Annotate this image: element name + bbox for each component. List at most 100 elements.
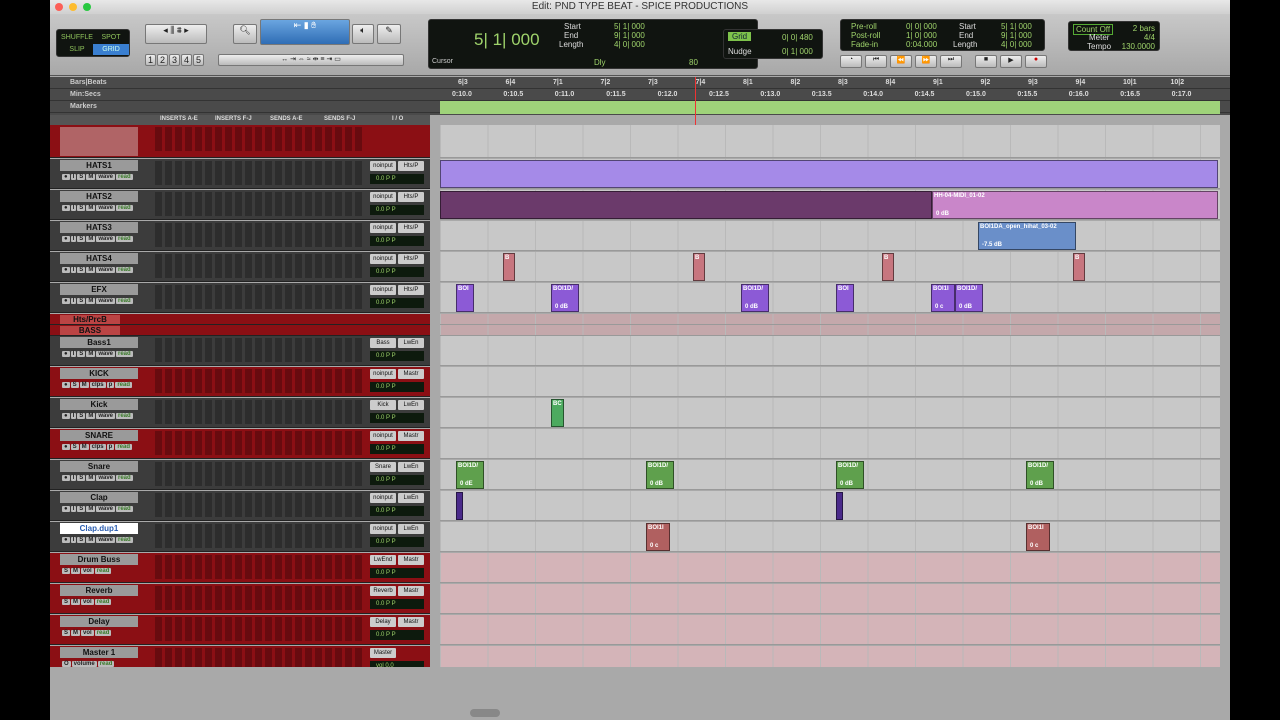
- output-selector[interactable]: Hts/P: [398, 223, 424, 233]
- track-control-I[interactable]: I: [70, 174, 77, 180]
- track-lane[interactable]: [440, 367, 1220, 397]
- track-control-clps[interactable]: clps: [89, 382, 106, 388]
- fadein-value[interactable]: 0:04.000: [906, 40, 937, 49]
- input-selector[interactable]: Kick: [370, 400, 396, 410]
- nudge-value[interactable]: 0| 1| 000: [782, 47, 813, 56]
- grid-label[interactable]: Grid: [728, 32, 752, 41]
- track-control-x[interactable]: ●: [62, 205, 70, 211]
- volume-display[interactable]: 0.0 P P: [370, 298, 424, 308]
- track-lane[interactable]: [440, 314, 1220, 325]
- output-selector[interactable]: LwEn: [398, 524, 424, 534]
- track-control-read[interactable]: read: [116, 205, 133, 211]
- clip[interactable]: BOI1D/0 dB: [836, 461, 864, 489]
- volume-display[interactable]: 0.0 P P: [370, 382, 424, 392]
- input-selector[interactable]: noinput: [370, 223, 396, 233]
- input-selector[interactable]: Snare: [370, 462, 396, 472]
- track-control-M[interactable]: M: [79, 444, 89, 450]
- volume-display[interactable]: 0.0 P P: [370, 351, 424, 361]
- input-selector[interactable]: noinput: [370, 524, 396, 534]
- track-control-S[interactable]: S: [77, 174, 86, 180]
- track-name[interactable]: KICK: [60, 368, 138, 379]
- clip[interactable]: BOI1D/0 dE: [456, 461, 484, 489]
- volume-display[interactable]: 0.0 P P: [370, 475, 424, 485]
- volume-display[interactable]: 0.0 P P: [370, 413, 424, 423]
- track-control-vol[interactable]: vol: [81, 599, 94, 605]
- pencil-tool[interactable]: ✎: [377, 24, 401, 44]
- horizontal-scrollbar[interactable]: [470, 709, 500, 717]
- track-name[interactable]: Master 1: [60, 647, 138, 658]
- track-control-M[interactable]: M: [86, 174, 96, 180]
- track-control-I[interactable]: I: [70, 298, 77, 304]
- track-control-read[interactable]: read: [116, 506, 133, 512]
- track-control-M[interactable]: M: [86, 413, 96, 419]
- clip[interactable]: B: [882, 253, 894, 281]
- volume-display[interactable]: 0.0 P P: [370, 506, 424, 516]
- track-lane[interactable]: [440, 336, 1220, 366]
- shuffle-mode[interactable]: SHUFFLE: [59, 32, 95, 43]
- track-name[interactable]: Clap: [60, 492, 138, 503]
- track-control-x[interactable]: ●: [62, 506, 70, 512]
- track-control-read[interactable]: read: [94, 630, 112, 636]
- track-control-S[interactable]: S: [70, 444, 79, 450]
- tempo-value[interactable]: 130.0000: [1122, 42, 1155, 51]
- track-control-S[interactable]: S: [77, 205, 86, 211]
- record-button[interactable]: ●: [1025, 55, 1047, 68]
- online-button[interactable]: ◔: [840, 55, 862, 68]
- track-control-wave[interactable]: wave: [96, 236, 115, 242]
- track-control-read[interactable]: read: [116, 351, 133, 357]
- clip[interactable]: B: [1073, 253, 1085, 281]
- track-lane[interactable]: [440, 584, 1220, 614]
- track-control-wave[interactable]: wave: [96, 537, 115, 543]
- track-lane[interactable]: [440, 429, 1220, 459]
- inserts-sends[interactable]: [155, 400, 365, 424]
- volume-display[interactable]: 0.0 P P: [370, 599, 424, 609]
- close-button[interactable]: [55, 3, 63, 11]
- track-name[interactable]: Clap.dup1: [60, 523, 138, 534]
- track-name[interactable]: Bass1: [60, 337, 138, 348]
- track-control-S[interactable]: S: [70, 382, 79, 388]
- clip[interactable]: BOI1DA_open_hihat_03-02 -7.5 dB: [978, 222, 1076, 250]
- track-control-M[interactable]: M: [86, 475, 96, 481]
- volume-display[interactable]: 0.0 P P: [370, 174, 424, 184]
- output-selector[interactable]: Mastr: [398, 617, 424, 627]
- track-control-read[interactable]: read: [116, 537, 133, 543]
- output-selector[interactable]: Hts/P: [398, 254, 424, 264]
- volume-display[interactable]: 0.0 P P: [370, 568, 424, 578]
- volume-display[interactable]: 0.0 P P: [370, 537, 424, 547]
- input-selector[interactable]: noinput: [370, 192, 396, 202]
- inserts-sends[interactable]: [155, 431, 365, 455]
- zoom-preset-4[interactable]: 4: [181, 54, 192, 66]
- track-name[interactable]: BASS: [60, 326, 120, 335]
- zoom-button[interactable]: [83, 3, 91, 11]
- track-name[interactable]: HATS3: [60, 222, 138, 233]
- track-control-wave[interactable]: wave: [96, 267, 115, 273]
- inserts-sends[interactable]: [155, 192, 365, 216]
- track-control-I[interactable]: I: [70, 236, 77, 242]
- track-control-M[interactable]: M: [86, 205, 96, 211]
- output-selector[interactable]: LwEn: [398, 338, 424, 348]
- output-selector[interactable]: Hts/P: [398, 161, 424, 171]
- output-selector[interactable]: Mastr: [398, 369, 424, 379]
- volume-display[interactable]: 0.0 P P: [370, 205, 424, 215]
- inserts-sends[interactable]: [155, 285, 365, 309]
- input-selector[interactable]: Bass: [370, 338, 396, 348]
- output-selector[interactable]: LwEn: [398, 462, 424, 472]
- zoomer-tool[interactable]: 🔍︎: [233, 24, 257, 44]
- track-control-read[interactable]: read: [116, 475, 133, 481]
- play-button[interactable]: ▶: [1000, 55, 1022, 68]
- selection-start[interactable]: 5| 1| 000: [614, 22, 645, 31]
- track-lane[interactable]: [440, 221, 1220, 251]
- track-control-clps[interactable]: clps: [89, 444, 106, 450]
- track-control-read[interactable]: read: [116, 174, 133, 180]
- track-control-S[interactable]: S: [77, 537, 86, 543]
- track-control-read[interactable]: read: [94, 568, 112, 574]
- track-control-wave[interactable]: wave: [96, 174, 115, 180]
- track-control-S[interactable]: S: [62, 630, 71, 636]
- nudge-label[interactable]: Nudge: [728, 47, 752, 56]
- grid-value[interactable]: 0| 0| 480: [782, 33, 813, 42]
- track-control-I[interactable]: I: [70, 506, 77, 512]
- rewind-button[interactable]: ⏪: [890, 55, 912, 68]
- track-lane[interactable]: [440, 553, 1220, 583]
- input-selector[interactable]: noinput: [370, 254, 396, 264]
- zoom-preset-2[interactable]: 2: [157, 54, 168, 66]
